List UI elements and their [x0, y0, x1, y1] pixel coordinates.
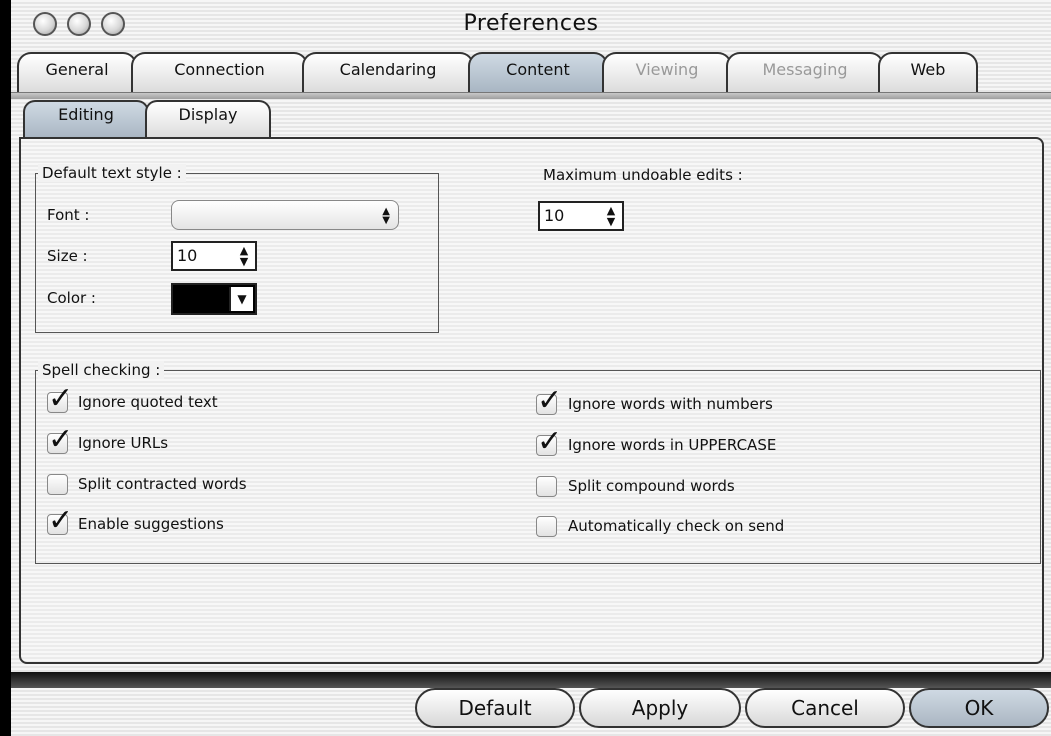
checkmark-icon: ✓: [537, 383, 563, 418]
size-stepper[interactable]: 10 ▲ ▼: [171, 241, 257, 271]
max-undo-value: 10: [544, 206, 565, 225]
spell-checking-label: Spell checking :: [38, 361, 165, 379]
size-label: Size :: [47, 247, 88, 265]
bottom-divider: [11, 672, 1051, 688]
chevron-down-icon[interactable]: ▼: [229, 287, 253, 311]
ok-button[interactable]: OK: [909, 688, 1049, 728]
max-undo-label: Maximum undoable edits :: [543, 166, 743, 184]
stepper-arrows-icon[interactable]: ▲ ▼: [604, 205, 618, 227]
subtab-display[interactable]: Display: [145, 100, 271, 138]
window-title: Preferences: [463, 11, 599, 36]
default-button[interactable]: Default: [415, 688, 575, 728]
split-compound-words-checkbox[interactable]: [536, 476, 557, 497]
ignore-quoted-text-label: Ignore quoted text: [78, 393, 218, 411]
font-popup[interactable]: ▲ ▼: [171, 200, 399, 230]
ignore-words-with-numbers-checkbox[interactable]: ✓: [536, 383, 562, 418]
checkmark-icon: ✓: [48, 422, 74, 457]
max-undo-stepper[interactable]: 10 ▲ ▼: [538, 201, 624, 231]
ignore-words-with-numbers-label: Ignore words with numbers: [568, 395, 773, 413]
tab-content[interactable]: Content: [468, 52, 608, 92]
updown-arrows-icon: ▲ ▼: [382, 206, 390, 226]
color-picker[interactable]: ▼: [171, 283, 257, 315]
ignore-words-uppercase-checkbox[interactable]: ✓: [536, 424, 562, 459]
color-label: Color :: [47, 289, 96, 307]
enable-suggestions-checkbox[interactable]: ✓: [47, 503, 73, 538]
split-compound-words-label: Split compound words: [568, 477, 735, 495]
checkmark-icon: ✓: [48, 381, 74, 416]
auto-check-on-send-label: Automatically check on send: [568, 517, 785, 535]
split-contracted-words-label: Split contracted words: [78, 475, 247, 493]
auto-check-on-send-checkbox[interactable]: [536, 516, 557, 537]
preferences-window: Preferences General Connection Calendari…: [11, 0, 1051, 736]
ignore-urls-checkbox[interactable]: ✓: [47, 422, 73, 457]
split-contracted-words-checkbox[interactable]: [47, 474, 68, 495]
cancel-button[interactable]: Cancel: [745, 688, 905, 728]
tab-messaging: Messaging: [726, 52, 884, 92]
checkmark-icon: ✓: [537, 424, 563, 459]
tab-connection[interactable]: Connection: [131, 52, 308, 92]
tab-viewing: Viewing: [602, 52, 732, 92]
subtab-editing[interactable]: Editing: [23, 100, 149, 138]
apply-button[interactable]: Apply: [579, 688, 741, 728]
stepper-arrows-icon[interactable]: ▲ ▼: [237, 245, 251, 267]
checkmark-icon: ✓: [48, 503, 74, 538]
ignore-urls-label: Ignore URLs: [78, 434, 169, 452]
title-bar[interactable]: Preferences: [11, 0, 1051, 52]
tab-calendaring[interactable]: Calendaring: [302, 52, 474, 92]
ignore-words-uppercase-label: Ignore words in UPPERCASE: [568, 436, 777, 454]
default-text-style-label: Default text style :: [38, 164, 186, 182]
size-value: 10: [177, 246, 198, 265]
font-label: Font :: [47, 206, 90, 224]
tab-general[interactable]: General: [17, 52, 137, 92]
content-panel: Default text style : Font : ▲ ▼ Size : 10…: [19, 137, 1044, 664]
tab-bar-divider: [11, 92, 1051, 99]
enable-suggestions-label: Enable suggestions: [78, 515, 224, 533]
ignore-quoted-text-checkbox[interactable]: ✓: [47, 381, 73, 416]
tab-web[interactable]: Web: [878, 52, 978, 92]
